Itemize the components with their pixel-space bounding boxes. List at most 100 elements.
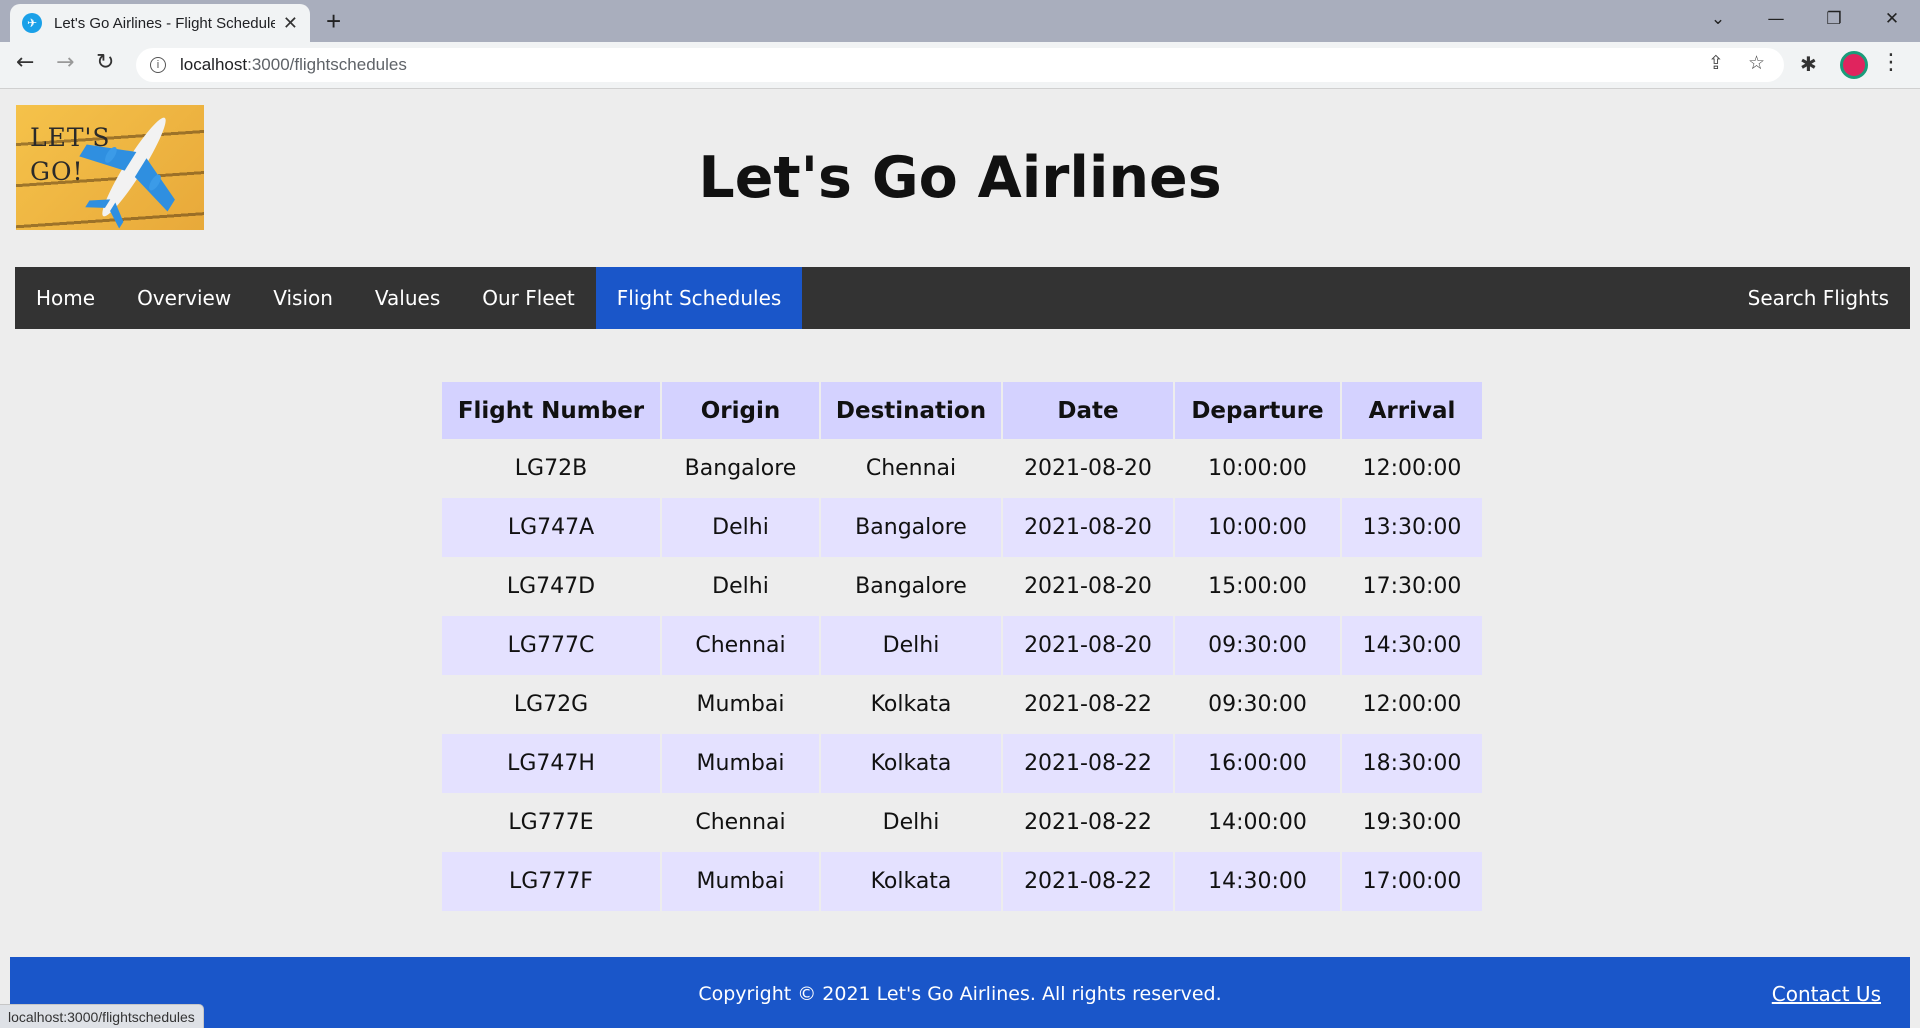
cell-destination: Kolkata: [821, 852, 1001, 911]
close-tab-icon[interactable]: ✕: [283, 13, 298, 34]
cell-date: 2021-08-20: [1003, 616, 1173, 675]
page: LET'S GO! Let's Go Airlines Home Overvie…: [0, 89, 1920, 1028]
share-icon[interactable]: ⇪: [1708, 52, 1724, 74]
cell-origin: Mumbai: [662, 852, 819, 911]
url-path: :3000/flightschedules: [247, 55, 407, 74]
cell-departure: 09:30:00: [1175, 616, 1340, 675]
cell-destination: Kolkata: [821, 734, 1001, 793]
column-header-origin: Origin: [662, 382, 819, 439]
column-header-destination: Destination: [821, 382, 1001, 439]
cell-arrival: 13:30:00: [1342, 498, 1482, 557]
cell-flight-number: LG747A: [442, 498, 660, 557]
cell-date: 2021-08-20: [1024, 574, 1152, 599]
cell-departure: 10:00:00: [1175, 498, 1340, 557]
column-header-departure: Departure: [1175, 382, 1340, 439]
browser-tab-bar: ✈ Let's Go Airlines - Flight Schedules ✕…: [0, 0, 1920, 42]
column-header-date: Date: [1003, 382, 1173, 439]
table-row: LG747A Delhi Bangalore 2021-08-20 10:00:00 13…: [442, 498, 1482, 557]
browser-tab[interactable]: ✈ Let's Go Airlines - Flight Schedules ✕: [10, 4, 310, 42]
cell-origin: Mumbai: [662, 734, 819, 793]
reload-icon[interactable]: ↻: [96, 52, 114, 74]
cell-departure: 14:00:00: [1208, 810, 1307, 835]
cell-departure: 10:00:00: [1208, 456, 1307, 481]
cell-arrival: 12:00:00: [1362, 456, 1462, 481]
nav-item-overview[interactable]: Overview: [116, 267, 252, 329]
cell-flight-number: LG747D: [506, 574, 596, 599]
nav-item-values[interactable]: Values: [354, 267, 461, 329]
cell-arrival: 17:30:00: [1362, 574, 1462, 599]
cell-destination: Delhi: [821, 616, 1001, 675]
contact-us-link[interactable]: Contact Us: [1772, 982, 1881, 1006]
cell-date: 2021-08-20: [1003, 498, 1173, 557]
table-header-row: Flight Number Origin Destination Date De…: [442, 382, 1482, 439]
cell-origin: Chennai: [695, 810, 786, 835]
flight-schedule-table: Flight Number Origin Destination Date De…: [440, 382, 1484, 911]
profile-avatar[interactable]: [1840, 51, 1868, 79]
cell-date: 2021-08-22: [1003, 734, 1173, 793]
cell-date: 2021-08-22: [1024, 692, 1152, 717]
table-row: LG777F Mumbai Kolkata 2021-08-22 14:30:00 17:…: [442, 852, 1482, 911]
plus-icon[interactable]: +: [326, 6, 341, 37]
nav-item-our-fleet[interactable]: Our Fleet: [461, 267, 596, 329]
status-bar: localhost:3000/flightschedules: [0, 1004, 204, 1028]
table-row: LG72B Bangalore Chennai 2021-08-20 10:00:00 1…: [442, 439, 1482, 498]
table-row: LG747D Delhi Bangalore 2021-08-20 15:00:00 17…: [442, 557, 1482, 616]
cell-date: 2021-08-22: [1003, 852, 1173, 911]
menu-dots-icon[interactable]: ⋮: [1880, 50, 1902, 75]
main-nav: Home Overview Vision Values Our Fleet Fl…: [15, 267, 1910, 329]
nav-item-search-flights[interactable]: Search Flights: [1727, 267, 1910, 329]
cell-date: 2021-08-22: [1024, 810, 1152, 835]
cell-departure: 09:30:00: [1208, 692, 1307, 717]
cell-departure: 16:00:00: [1175, 734, 1340, 793]
address-bar[interactable]: i localhost:3000/flightschedules ⇪ ☆: [136, 48, 1784, 82]
cell-origin: Bangalore: [684, 456, 797, 481]
cell-origin: Delhi: [662, 498, 819, 557]
nav-item-home[interactable]: Home: [15, 267, 116, 329]
minimize-icon[interactable]: —: [1746, 0, 1806, 38]
tab-search-chevron-icon[interactable]: ⌄: [1688, 0, 1748, 38]
cell-origin: Delhi: [712, 574, 769, 599]
cell-arrival: 19:30:00: [1362, 810, 1462, 835]
cell-destination: Bangalore: [821, 498, 1001, 557]
footer: Copyright © 2021 Let's Go Airlines. All …: [10, 957, 1910, 1028]
extensions-puzzle-icon[interactable]: ✱: [1800, 52, 1817, 76]
cell-origin: Chennai: [662, 616, 819, 675]
window-close-icon[interactable]: ✕: [1862, 0, 1920, 38]
cell-destination: Kolkata: [870, 692, 952, 717]
cell-date: 2021-08-20: [1024, 456, 1152, 481]
cell-arrival: 12:00:00: [1362, 692, 1462, 717]
bookmark-star-icon[interactable]: ☆: [1748, 52, 1765, 74]
site-info-icon[interactable]: i: [150, 57, 166, 73]
copyright-text: Copyright © 2021 Let's Go Airlines. All …: [698, 983, 1222, 1005]
table-body: LG72B Bangalore Chennai 2021-08-20 10:00:00 1…: [442, 439, 1482, 911]
cell-departure: 15:00:00: [1208, 574, 1307, 599]
cell-flight-number: LG72B: [514, 456, 588, 481]
back-arrow-icon[interactable]: ←: [16, 52, 34, 74]
url-host: localhost: [180, 55, 248, 74]
browser-toolbar: ← → ↻ i localhost:3000/flightschedules ⇪…: [0, 42, 1920, 89]
cell-flight-number: LG72G: [513, 692, 589, 717]
cell-flight-number: LG747H: [442, 734, 660, 793]
nav-item-flight-schedules[interactable]: Flight Schedules: [595, 267, 803, 329]
cell-arrival: 18:30:00: [1342, 734, 1482, 793]
tab-title: Let's Go Airlines - Flight Schedules: [54, 14, 275, 32]
nav-item-vision[interactable]: Vision: [252, 267, 354, 329]
forward-arrow-icon[interactable]: →: [56, 52, 74, 74]
cell-flight-number: LG777F: [442, 852, 660, 911]
cell-arrival: 14:30:00: [1342, 616, 1482, 675]
cell-flight-number: LG777E: [508, 810, 594, 835]
table-row: LG747H Mumbai Kolkata 2021-08-22 16:00:00 18:…: [442, 734, 1482, 793]
cell-flight-number: LG777C: [442, 616, 660, 675]
site-title: Let's Go Airlines: [698, 145, 1222, 211]
cell-origin: Mumbai: [696, 692, 785, 717]
cell-destination: Chennai: [865, 456, 957, 481]
restore-icon[interactable]: ❐: [1804, 0, 1864, 38]
column-header-flight-number: Flight Number: [442, 382, 660, 439]
table-row: LG72G Mumbai Kolkata 2021-08-22 09:30:00 12:0…: [442, 675, 1482, 734]
cell-destination: Delhi: [882, 810, 940, 835]
cell-destination: Bangalore: [855, 574, 967, 599]
column-header-arrival: Arrival: [1342, 382, 1482, 439]
cell-departure: 14:30:00: [1175, 852, 1340, 911]
table-row: LG777E Chennai Delhi 2021-08-22 14:00:00 19:3…: [442, 793, 1482, 852]
